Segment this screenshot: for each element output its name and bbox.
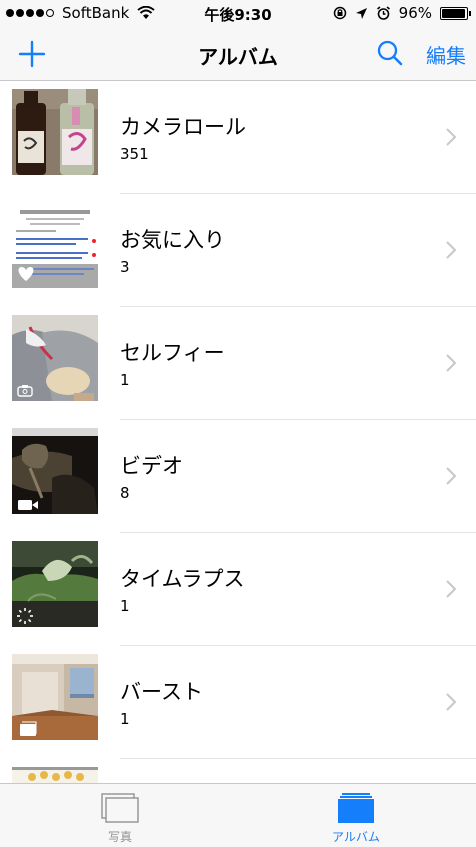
album-list: カメラロール 351 お気に入り 3 セルフィー 1 ビデオ 8 タイムラプス … — [0, 81, 476, 783]
tab-photos[interactable]: 写真 — [40, 784, 200, 847]
location-arrow-icon — [355, 7, 367, 19]
album-title: タイムラプス — [120, 567, 245, 591]
album-thumbnail — [12, 428, 98, 514]
tab-label: アルバム — [332, 830, 380, 844]
burst-icon — [20, 721, 37, 736]
chevron-right-icon — [446, 241, 456, 259]
aquarium-photo — [12, 541, 98, 627]
screenshot-photo — [12, 202, 98, 288]
album-title: カメラロール — [120, 115, 246, 139]
album-thumbnail — [12, 315, 98, 401]
album-thumbnail — [12, 202, 98, 288]
chevron-right-icon — [446, 354, 456, 372]
tab-bar: 写真 アルバム — [0, 783, 476, 847]
edit-button[interactable]: 編集 — [426, 40, 466, 69]
battery-icon — [440, 6, 471, 20]
tab-label: 写真 — [107, 830, 132, 844]
album-thumbnail — [12, 654, 98, 740]
album-thumbnail — [12, 541, 98, 627]
album-row-favorites[interactable]: お気に入り 3 — [0, 194, 476, 307]
video-photo — [12, 428, 98, 514]
album-title: セルフィー — [120, 341, 225, 365]
chevron-right-icon — [446, 128, 456, 146]
photos-tab-icon — [101, 793, 139, 823]
album-count: 1 — [120, 371, 130, 389]
alarm-clock-icon — [376, 5, 390, 20]
album-count: 1 — [120, 710, 130, 728]
battery-fill — [442, 8, 465, 18]
chevron-right-icon — [446, 693, 456, 711]
album-count: 3 — [120, 258, 130, 276]
page-title: アルバム — [198, 45, 278, 69]
album-row-camera-roll[interactable]: カメラロール 351 — [0, 81, 476, 194]
album-row-videos[interactable]: ビデオ 8 — [0, 420, 476, 533]
chevron-right-icon — [446, 467, 456, 485]
album-count: 8 — [120, 484, 130, 502]
sake-bottles-photo — [12, 89, 98, 175]
album-row-partial[interactable] — [0, 759, 476, 783]
battery-percent: 96% — [398, 4, 432, 22]
status-bar: SoftBank 午後9:30 96% — [0, 0, 476, 28]
rotation-lock-icon — [333, 6, 346, 20]
album-thumbnail — [12, 767, 98, 783]
status-icons: 96% — [333, 4, 471, 22]
album-title: ビデオ — [120, 454, 183, 478]
chevron-right-icon — [446, 580, 456, 598]
room-photo — [12, 654, 98, 740]
album-title: バースト — [120, 680, 203, 704]
search-icon[interactable] — [376, 39, 404, 67]
album-thumbnail — [12, 89, 98, 175]
album-title: お気に入り — [120, 228, 225, 252]
albums-tab-icon — [338, 793, 374, 823]
album-count: 1 — [120, 597, 130, 615]
album-count: 351 — [120, 145, 149, 163]
tab-albums[interactable]: アルバム — [276, 784, 436, 847]
album-row-selfies[interactable]: セルフィー 1 — [0, 307, 476, 420]
selfie-photo — [12, 315, 98, 401]
partial-album-photo — [12, 767, 98, 783]
album-row-bursts[interactable]: バースト 1 — [0, 646, 476, 759]
navigation-bar: アルバム 編集 — [0, 28, 476, 81]
album-row-time-lapse[interactable]: タイムラプス 1 — [0, 533, 476, 646]
